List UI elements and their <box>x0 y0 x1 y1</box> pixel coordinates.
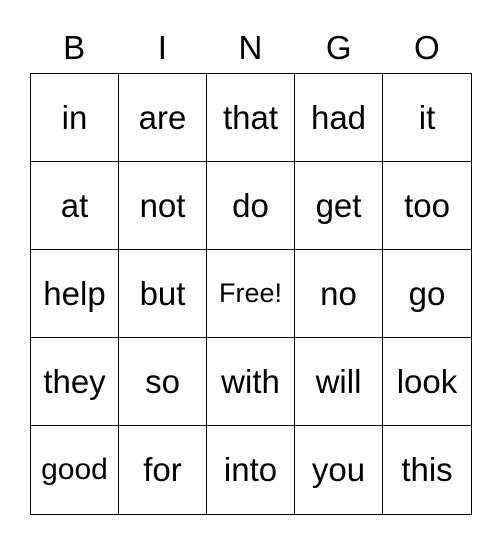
header-letter-g: G <box>325 29 352 66</box>
bingo-header: BINGO <box>30 26 471 70</box>
bingo-cell[interactable]: help <box>31 250 119 338</box>
bingo-cell[interactable]: into <box>207 426 295 514</box>
bingo-cell[interactable]: do <box>207 162 295 250</box>
bingo-cell[interactable]: you <box>295 426 383 514</box>
bingo-cell[interactable]: are <box>119 74 207 162</box>
bingo-cell[interactable]: that <box>207 74 295 162</box>
bingo-cell[interactable]: this <box>383 426 471 514</box>
bingo-cell[interactable]: at <box>31 162 119 250</box>
free-space-cell[interactable]: Free! <box>207 250 295 338</box>
bingo-cell[interactable]: no <box>295 250 383 338</box>
bingo-cell[interactable]: go <box>383 250 471 338</box>
bingo-cell[interactable]: so <box>119 338 207 426</box>
bingo-cell[interactable]: with <box>207 338 295 426</box>
bingo-cell[interactable]: too <box>383 162 471 250</box>
bingo-cell[interactable]: good <box>31 426 119 514</box>
bingo-cell[interactable]: get <box>295 162 383 250</box>
bingo-cell[interactable]: in <box>31 74 119 162</box>
header-letter-n: N <box>238 29 263 66</box>
bingo-cell[interactable]: it <box>383 74 471 162</box>
bingo-grid: in are that had it at not do get too help but Free! n… <box>30 73 472 515</box>
bingo-cell[interactable]: but <box>119 250 207 338</box>
bingo-cell[interactable]: for <box>119 426 207 514</box>
bingo-cell[interactable]: will <box>295 338 383 426</box>
header-letter-i: I <box>157 29 167 66</box>
header-letter-o: O <box>414 29 440 66</box>
bingo-cell[interactable]: look <box>383 338 471 426</box>
bingo-cell[interactable]: they <box>31 338 119 426</box>
bingo-cell[interactable]: not <box>119 162 207 250</box>
bingo-cell[interactable]: had <box>295 74 383 162</box>
header-letter-b: B <box>63 29 86 66</box>
